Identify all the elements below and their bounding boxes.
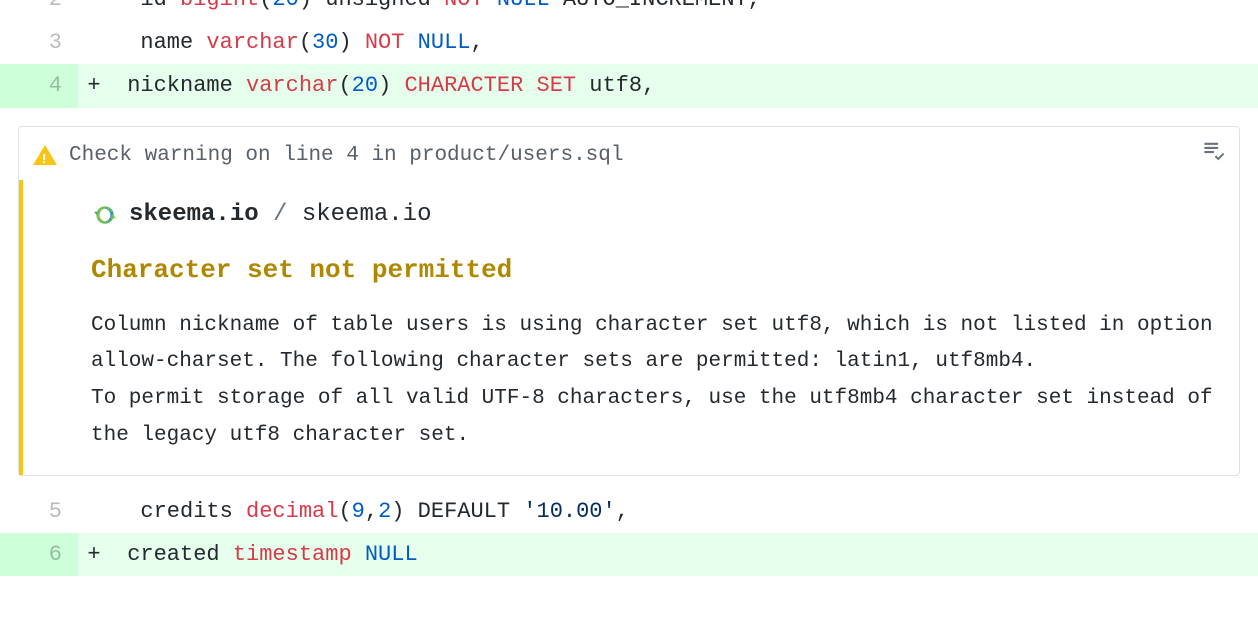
code-content: created timestamp NULL [110,533,1258,576]
diff-line: 5 credits decimal(9,2) DEFAULT '10.00', [0,490,1258,533]
annotation-message: Column nickname of table users is using … [91,308,1215,455]
diff-marker: + [78,64,110,107]
kebab-check-icon[interactable] [1203,139,1225,174]
diff-marker [78,490,110,533]
line-number[interactable]: 4 [0,64,78,107]
code-content: id bigint(20) unsigned NOT NULL AUTO_INC… [110,0,1258,21]
refresh-icon [91,201,119,229]
diff-line: 4+ nickname varchar(20) CHARACTER SET ut… [0,64,1258,107]
annotation-title: Character set not permitted [91,250,1215,308]
line-number[interactable]: 3 [0,21,78,64]
annotation-header-text: Check warning on line 4 in product/users… [69,139,1191,173]
line-number[interactable]: 2 [0,0,78,21]
annotation-row: Check warning on line 4 in product/users… [0,108,1258,476]
line-number[interactable]: 5 [0,490,78,533]
diff-view: 2 id bigint(20) unsigned NOT NULL AUTO_I… [0,0,1258,576]
code-content: name varchar(30) NOT NULL, [110,21,1258,64]
diff-line: 3 name varchar(30) NOT NULL, [0,21,1258,64]
line-number[interactable]: 6 [0,533,78,576]
annotation-body: skeema.io / skeema.io Character set not … [19,180,1239,475]
annotation-card: Check warning on line 4 in product/users… [18,126,1240,476]
diff-line: 2 id bigint(20) unsigned NOT NULL AUTO_I… [0,0,1258,21]
annotation-header: Check warning on line 4 in product/users… [19,127,1239,180]
diff-marker: + [78,533,110,576]
annotation-source-sep: / [259,201,302,228]
diff-marker [78,0,110,21]
code-content: credits decimal(9,2) DEFAULT '10.00', [110,490,1258,533]
warning-icon [33,145,57,165]
annotation-source-name: skeema.io [129,201,259,228]
annotation-source: skeema.io / skeema.io [91,186,1215,250]
code-content: nickname varchar(20) CHARACTER SET utf8, [110,64,1258,107]
annotation-source-rest: skeema.io [302,201,432,228]
diff-marker [78,21,110,64]
diff-line: 6+ created timestamp NULL [0,533,1258,576]
